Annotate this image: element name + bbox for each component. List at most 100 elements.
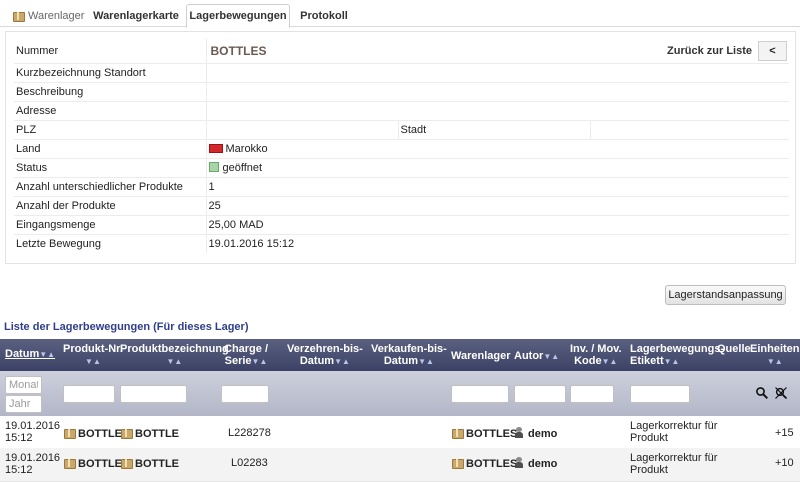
header-produktbezeichnung[interactable]: Produktbezeichnung ▼▲ bbox=[120, 343, 229, 368]
filter-etikett-input[interactable] bbox=[630, 385, 690, 403]
cell-etikett-line-2: Produkt bbox=[630, 464, 668, 476]
header-inv-label-2: Kode bbox=[574, 355, 602, 367]
cell-produktbezeichnung[interactable]: BOTTLE bbox=[120, 427, 179, 440]
label-adresse: Adresse bbox=[14, 101, 207, 121]
cell-datum-date: 19.01.2016 bbox=[5, 452, 61, 464]
header-inv-label-1: Inv. / Mov. bbox=[570, 343, 622, 355]
value-status: geöffnet bbox=[222, 161, 263, 174]
label-status: Status bbox=[14, 158, 207, 178]
sort-arrow-icon: ▼▲ bbox=[766, 357, 783, 366]
header-quelle[interactable]: Quelle bbox=[717, 343, 751, 355]
header-charge-label-1: Charge / bbox=[224, 343, 269, 355]
label-anzahl: Anzahl der Produkte bbox=[14, 196, 207, 216]
filter-warenlager-input[interactable] bbox=[451, 385, 509, 403]
filter-autor-input[interactable] bbox=[514, 385, 566, 403]
header-verzehren-label-2: Datum bbox=[299, 355, 335, 367]
tab-protokoll[interactable]: Protokoll bbox=[293, 4, 355, 27]
cell-warenlager[interactable]: BOTTLES bbox=[451, 427, 517, 440]
filter-inv-kode-input[interactable] bbox=[570, 385, 614, 403]
header-etikett[interactable]: Lagerbewegungs- Etikett▼▲ bbox=[630, 343, 724, 368]
user-icon bbox=[514, 427, 524, 438]
cell-warenlager[interactable]: BOTTLES bbox=[451, 457, 517, 470]
value-beschreibung bbox=[206, 82, 789, 102]
header-autor[interactable]: Autor▼▲ bbox=[514, 350, 559, 363]
label-plz: PLZ bbox=[14, 120, 207, 140]
sort-arrow-icon: ▼▲ bbox=[85, 357, 101, 366]
flag-icon bbox=[208, 143, 223, 153]
filter-year-input[interactable] bbox=[5, 395, 42, 413]
cell-einheiten: +15 bbox=[775, 427, 794, 439]
cell-etikett: Lagerkorrektur für Produkt bbox=[630, 420, 717, 444]
cell-autor[interactable]: demo bbox=[514, 457, 557, 470]
value-plz bbox=[206, 120, 399, 140]
header-verzehren[interactable]: Verzehren-bis- Datum▼▲ bbox=[287, 343, 363, 368]
header-charge-label-2: Serie bbox=[224, 355, 252, 367]
tab-module-warenlager[interactable]: Warenlager bbox=[12, 4, 90, 27]
cell-produkt-nr[interactable]: BOTTLE bbox=[63, 427, 122, 440]
cell-etikett-line-1: Lagerkorrektur für bbox=[630, 452, 718, 464]
header-warenlager[interactable]: Warenlager bbox=[451, 350, 511, 362]
label-stadt: Stadt bbox=[398, 120, 591, 140]
label-land: Land bbox=[14, 139, 207, 159]
search-icon[interactable] bbox=[755, 386, 769, 400]
tab-bar: Warenlager Warenlagerkarte Lagerbewegung… bbox=[0, 0, 800, 28]
tab-lagerbewegungen[interactable]: Lagerbewegungen bbox=[186, 4, 290, 28]
back-button[interactable]: < bbox=[758, 40, 787, 61]
header-verkaufen-label-2: Datum bbox=[383, 355, 419, 367]
filter-month-input[interactable] bbox=[5, 376, 42, 394]
header-verkaufen[interactable]: Verkaufen-bis- Datum▼▲ bbox=[371, 343, 447, 368]
user-icon bbox=[514, 457, 524, 468]
box-icon bbox=[120, 457, 133, 469]
table-row: 19.01.2016 15:12 BOTTLE BOTTLE L02283 BOT… bbox=[0, 448, 800, 482]
label-kurzbezeichnung: Kurzbezeichnung Standort bbox=[14, 63, 207, 83]
header-verzehren-label-1: Verzehren-bis- bbox=[287, 343, 363, 355]
box-icon bbox=[451, 427, 464, 439]
stock-adjustment-button[interactable]: Lagerstandsanpassung bbox=[665, 285, 786, 305]
cell-produkt-nr[interactable]: BOTTLE bbox=[63, 457, 122, 470]
sort-arrow-icon: ▼▲ bbox=[39, 350, 56, 359]
cell-warenlager-text: BOTTLES bbox=[466, 428, 518, 440]
value-letzte-bewegung: 19.01.2016 15:12 bbox=[208, 237, 295, 250]
cell-autor-text: demo bbox=[528, 428, 558, 440]
filter-produktbezeichnung-input[interactable] bbox=[120, 385, 187, 403]
value-adresse bbox=[206, 101, 789, 121]
value-eingangsmenge: 25,00 MAD bbox=[206, 215, 789, 235]
header-warenlager-label: Warenlager bbox=[451, 350, 511, 362]
sort-arrow-icon: ▼▲ bbox=[251, 357, 268, 366]
cell-produktbezeichnung-text: BOTTLE bbox=[135, 428, 179, 440]
back-to-list-link[interactable]: Zurück zur Liste bbox=[667, 45, 752, 57]
cell-produktbezeichnung[interactable]: BOTTLE bbox=[120, 457, 179, 470]
box-icon bbox=[63, 457, 76, 469]
header-datum[interactable]: Datum▼▲ bbox=[5, 348, 55, 361]
header-verkaufen-label-1: Verkaufen-bis- bbox=[371, 343, 447, 355]
cell-produktbezeichnung-text: BOTTLE bbox=[135, 458, 179, 470]
cell-datum-time: 15:12 bbox=[5, 432, 33, 444]
filter-charge-input[interactable] bbox=[221, 385, 269, 403]
label-anzahl-unterschiedlich: Anzahl unterschiedlicher Produkte bbox=[14, 177, 207, 197]
tab-warenlagerkarte[interactable]: Warenlagerkarte bbox=[90, 4, 182, 27]
label-eingangsmenge: Eingangsmenge bbox=[14, 215, 207, 235]
header-inv-kode[interactable]: Inv. / Mov. Kode▼▲ bbox=[570, 343, 622, 368]
sort-arrow-icon: ▼▲ bbox=[334, 357, 350, 366]
header-einheiten[interactable]: Einheiten ▼▲ bbox=[750, 343, 800, 368]
cell-autor[interactable]: demo bbox=[514, 427, 557, 440]
filter-produkt-nr-input[interactable] bbox=[63, 385, 115, 403]
cell-warenlager-text: BOTTLES bbox=[466, 458, 518, 470]
box-icon bbox=[63, 427, 76, 439]
cell-etikett-line-2: Produkt bbox=[630, 432, 668, 444]
warehouse-card: Nummer BOTTLES Zurück zur Liste < Kurzbez… bbox=[5, 31, 796, 264]
list-title: Liste der Lagerbewegungen (Für dieses La… bbox=[4, 321, 249, 333]
sort-arrow-icon: ▼▲ bbox=[543, 352, 560, 361]
value-kurzbezeichnung bbox=[206, 63, 789, 83]
clear-filter-icon[interactable] bbox=[774, 386, 788, 400]
header-quelle-label: Quelle bbox=[717, 343, 751, 355]
header-etikett-label-2: Etikett bbox=[630, 355, 664, 367]
warehouse-info-table: Nummer BOTTLES Zurück zur Liste < Kurzbez… bbox=[14, 39, 789, 253]
label-beschreibung: Beschreibung bbox=[14, 82, 207, 102]
cell-charge: L02283 bbox=[231, 457, 268, 469]
header-autor-label: Autor bbox=[514, 350, 544, 362]
header-produkt-nr[interactable]: Produkt-Nr. ▼▲ bbox=[63, 343, 123, 368]
cell-datum-date: 19.01.2016 bbox=[5, 420, 61, 432]
header-charge[interactable]: Charge / Serie▼▲ bbox=[224, 343, 268, 368]
sort-arrow-icon: ▼▲ bbox=[663, 357, 680, 366]
